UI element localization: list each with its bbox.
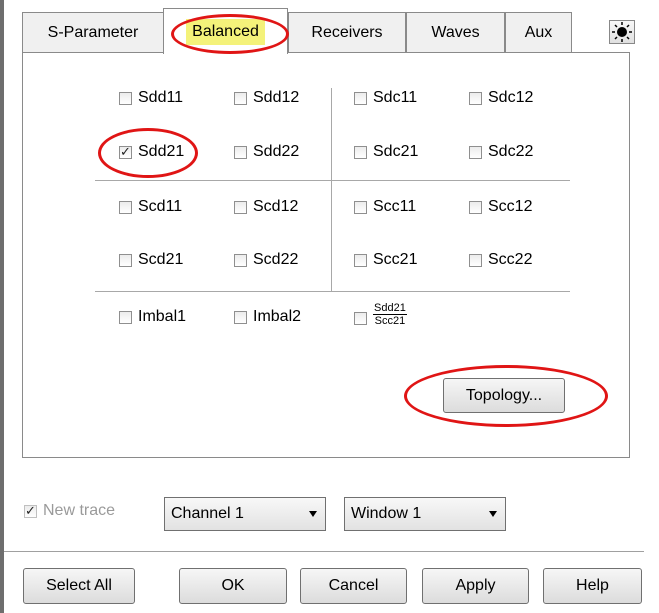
checkbox-sdc22[interactable]: Sdc22 [469, 143, 533, 161]
checkbox-imbal1[interactable]: Imbal1 [119, 308, 186, 326]
checkbox-box[interactable] [119, 200, 132, 214]
window-left-border [0, 0, 4, 613]
checkbox-label: Scc22 [488, 251, 533, 268]
tab-waves[interactable]: Waves [406, 12, 505, 52]
apply-button[interactable]: Apply [422, 568, 529, 604]
checkbox-label: Scd11 [138, 198, 183, 215]
grid-divider-bottom [95, 291, 570, 292]
checkbox-box[interactable] [354, 253, 367, 267]
checkbox-sdc12[interactable]: Sdc12 [469, 89, 533, 107]
ok-label: OK [221, 577, 245, 594]
checkbox-box[interactable] [234, 91, 247, 105]
checkbox-box[interactable] [119, 253, 132, 267]
checkbox-label: Scc12 [488, 198, 533, 215]
checkbox-scc21[interactable]: Scc21 [354, 251, 417, 269]
new-trace-label: New trace [43, 502, 116, 519]
checkbox-label: Imbal1 [138, 308, 187, 325]
checkbox-box[interactable] [354, 200, 367, 214]
checkbox-label: Scd21 [138, 251, 184, 268]
checkbox-scd22[interactable]: Scd22 [234, 251, 298, 269]
ok-button[interactable]: OK [179, 568, 287, 604]
checkbox-label: Scc11 [373, 198, 417, 215]
cmrr-fraction: Sdd21 Scc21 [373, 302, 407, 327]
checkbox-label: Sdc22 [488, 143, 534, 160]
checkbox-label: Scd22 [253, 251, 299, 268]
checkbox-scd12[interactable]: Scd12 [234, 198, 298, 216]
checkbox-imbal2[interactable]: Imbal2 [234, 308, 301, 326]
topology-button[interactable]: Topology... [443, 378, 565, 413]
grid-divider-vertical [331, 88, 332, 291]
checkbox-sdc11[interactable]: Sdc11 [354, 89, 417, 107]
checkbox-box[interactable] [469, 145, 482, 159]
tab-label: S-Parameter [47, 23, 139, 41]
cmrr-numerator: Sdd21 [373, 302, 407, 315]
grid-divider-middle [95, 180, 570, 181]
checkbox-sdd22[interactable]: Sdd22 [234, 143, 299, 161]
button-bar-divider [4, 551, 644, 552]
checkbox-box[interactable] [119, 310, 132, 324]
checkbox-label: Sdd12 [253, 89, 300, 106]
checkbox-scc11[interactable]: Scc11 [354, 198, 416, 216]
tab-receivers[interactable]: Receivers [288, 12, 406, 52]
checkbox-box[interactable] [469, 200, 482, 214]
checkbox-label: Sdd22 [253, 143, 300, 160]
checkbox-box[interactable] [354, 91, 367, 105]
help-label: Help [576, 577, 609, 594]
channel-select-value: Channel 1 [171, 505, 244, 522]
checkbox-box[interactable] [469, 253, 482, 267]
checkbox-label: Imbal2 [253, 308, 302, 325]
select-all-label: Select All [46, 577, 112, 594]
checkbox-sdd11[interactable]: Sdd11 [119, 89, 183, 107]
checkbox-label: Sdc21 [373, 143, 419, 160]
checkbox-box[interactable] [469, 91, 482, 105]
checkbox-box[interactable] [234, 200, 247, 214]
cmrr-denominator: Scc21 [374, 315, 406, 327]
cancel-button[interactable]: Cancel [300, 568, 407, 604]
tab-aux[interactable]: Aux [505, 12, 572, 52]
chevron-down-icon [489, 511, 497, 517]
tab-label: Waves [431, 23, 480, 41]
checkbox-sdc21[interactable]: Sdc21 [354, 143, 418, 161]
checkbox-box[interactable] [119, 91, 132, 105]
checkbox-box-checked[interactable] [119, 144, 132, 160]
help-button[interactable]: Help [543, 568, 642, 604]
checkbox-label: Sdd21 [138, 143, 185, 160]
checkbox-scd21[interactable]: Scd21 [119, 251, 183, 269]
checkbox-box[interactable] [234, 310, 247, 324]
tab-s-parameter[interactable]: S-Parameter [22, 12, 164, 52]
checkbox-scc12[interactable]: Scc12 [469, 198, 532, 216]
window-select-value: Window 1 [351, 505, 422, 522]
checkbox-label: Scd12 [253, 198, 299, 215]
checkbox-label: Sdd11 [138, 89, 184, 106]
tab-label: Aux [524, 23, 553, 41]
checkbox-box[interactable] [234, 253, 247, 267]
cancel-label: Cancel [328, 577, 379, 594]
checkbox-box[interactable] [354, 312, 367, 325]
checkbox-box[interactable] [234, 145, 247, 159]
tab-label: Receivers [311, 23, 383, 41]
checkbox-cmrr[interactable]: Sdd21 Scc21 [354, 302, 407, 327]
tab-balanced[interactable]: Balanced [163, 8, 288, 54]
balanced-panel: Sdd11 Sdd12 Sdc11 Sdc12 Sdd21 Sdd22 Sdc2… [22, 52, 630, 458]
checkbox-box-checked[interactable] [24, 503, 37, 519]
checkbox-box[interactable] [354, 145, 367, 159]
checkbox-scc22[interactable]: Scc22 [469, 251, 532, 269]
chevron-down-icon [309, 511, 317, 517]
window-select[interactable]: Window 1 [344, 497, 506, 531]
tab-label: Balanced [186, 18, 265, 45]
checkbox-sdd21[interactable]: Sdd21 [119, 143, 184, 161]
checkbox-label: Sdc12 [488, 89, 534, 106]
checkbox-label: Scc21 [373, 251, 418, 268]
new-trace-checkbox[interactable]: New trace [24, 502, 115, 520]
checkbox-label: Sdc11 [373, 89, 418, 106]
checkbox-sdd12[interactable]: Sdd12 [234, 89, 299, 107]
sun-icon[interactable] [609, 20, 635, 44]
apply-label: Apply [455, 577, 496, 594]
topology-button-label: Topology... [465, 386, 543, 404]
checkbox-scd11[interactable]: Scd11 [119, 198, 182, 216]
select-all-button[interactable]: Select All [23, 568, 135, 604]
channel-select[interactable]: Channel 1 [164, 497, 326, 531]
